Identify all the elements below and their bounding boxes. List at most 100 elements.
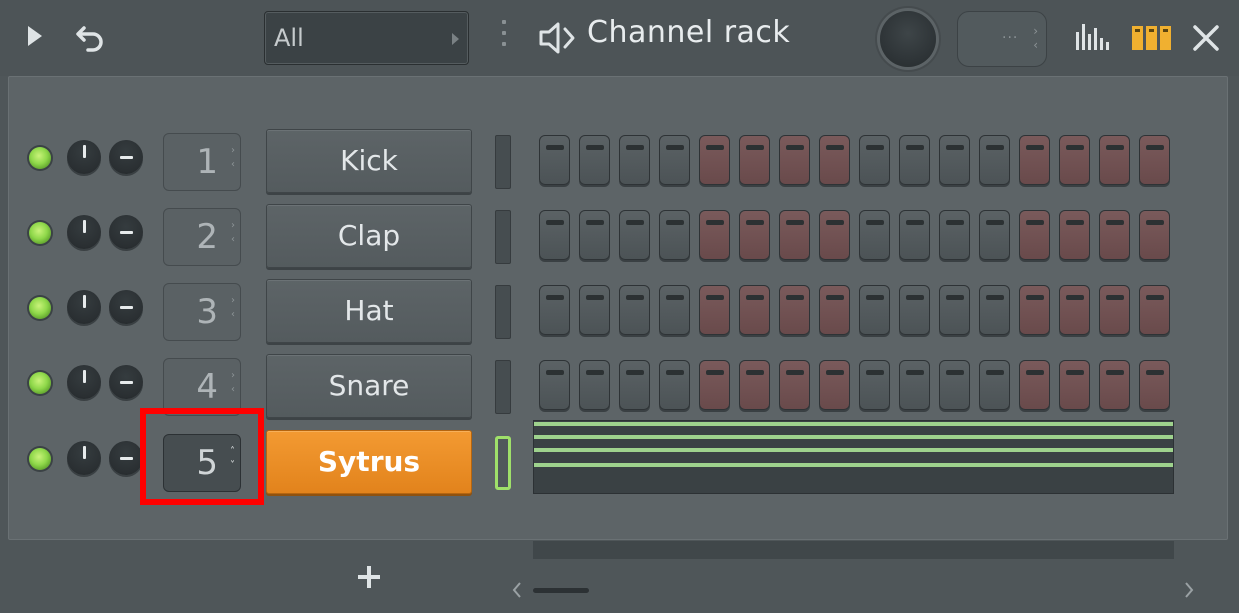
- step-button[interactable]: [659, 210, 690, 260]
- pan-knob[interactable]: [109, 290, 143, 324]
- step-button[interactable]: [739, 210, 770, 260]
- step-button[interactable]: [819, 285, 850, 335]
- play-icon[interactable]: [28, 26, 42, 46]
- step-button[interactable]: [659, 285, 690, 335]
- mute-led[interactable]: [29, 448, 51, 470]
- step-button[interactable]: [779, 135, 810, 185]
- step-button[interactable]: [699, 135, 730, 185]
- step-button[interactable]: [779, 360, 810, 410]
- channel-button-snare[interactable]: Snare: [266, 354, 472, 418]
- step-button[interactable]: [1099, 210, 1130, 260]
- chevron-left-icon[interactable]: [510, 580, 524, 600]
- volume-knob[interactable]: [67, 365, 101, 399]
- mute-led[interactable]: [29, 297, 51, 319]
- mixer-track-selector[interactable]: 2 › ‹: [163, 208, 241, 266]
- step-button[interactable]: [979, 360, 1010, 410]
- channel-select-indicator[interactable]: [495, 210, 511, 264]
- step-button[interactable]: [579, 285, 610, 335]
- pan-knob[interactable]: [109, 140, 143, 174]
- step-button[interactable]: [899, 210, 930, 260]
- rack-icon[interactable]: [1131, 25, 1173, 51]
- step-button[interactable]: [699, 360, 730, 410]
- step-button[interactable]: [1019, 360, 1050, 410]
- volume-knob[interactable]: [67, 140, 101, 174]
- step-button[interactable]: [579, 360, 610, 410]
- step-button[interactable]: [819, 360, 850, 410]
- channel-select-indicator[interactable]: [495, 436, 511, 490]
- step-button[interactable]: [1059, 285, 1090, 335]
- drag-handle[interactable]: [502, 20, 506, 56]
- step-button[interactable]: [659, 360, 690, 410]
- step-button[interactable]: [1059, 135, 1090, 185]
- step-button[interactable]: [899, 135, 930, 185]
- step-button[interactable]: [939, 210, 970, 260]
- step-button[interactable]: [939, 285, 970, 335]
- step-button[interactable]: [539, 285, 570, 335]
- channel-button-sytrus[interactable]: Sytrus: [266, 430, 472, 494]
- mixer-track-selector[interactable]: 3 › ‹: [163, 283, 241, 341]
- step-button[interactable]: [1059, 210, 1090, 260]
- step-button[interactable]: [979, 135, 1010, 185]
- step-button[interactable]: [579, 135, 610, 185]
- step-button[interactable]: [1099, 360, 1130, 410]
- step-button[interactable]: [539, 360, 570, 410]
- piano-roll-preview[interactable]: [533, 420, 1174, 494]
- mixer-track-selector[interactable]: 1 › ‹: [163, 133, 241, 191]
- step-button[interactable]: [619, 285, 650, 335]
- swing-knob[interactable]: [880, 11, 936, 67]
- channel-button-clap[interactable]: Clap: [266, 204, 472, 268]
- speaker-icon[interactable]: [538, 19, 578, 57]
- pan-knob[interactable]: [109, 441, 143, 475]
- step-button[interactable]: [619, 360, 650, 410]
- channel-button-kick[interactable]: Kick: [266, 129, 472, 193]
- step-button[interactable]: [619, 210, 650, 260]
- step-button[interactable]: [739, 135, 770, 185]
- mute-led[interactable]: [29, 372, 51, 394]
- step-button[interactable]: [1139, 285, 1170, 335]
- close-icon[interactable]: [1192, 24, 1220, 52]
- channel-button-hat[interactable]: Hat: [266, 279, 472, 343]
- step-button[interactable]: [579, 210, 610, 260]
- step-button[interactable]: [539, 135, 570, 185]
- volume-knob[interactable]: [67, 215, 101, 249]
- pan-knob[interactable]: [109, 365, 143, 399]
- volume-knob[interactable]: [67, 290, 101, 324]
- pattern-selector[interactable]: ··· › ‹: [957, 11, 1047, 67]
- step-button[interactable]: [979, 210, 1010, 260]
- volume-knob[interactable]: [67, 441, 101, 475]
- step-button[interactable]: [659, 135, 690, 185]
- step-button[interactable]: [819, 135, 850, 185]
- mute-led[interactable]: [29, 147, 51, 169]
- step-button[interactable]: [1139, 210, 1170, 260]
- channel-select-indicator[interactable]: [495, 285, 511, 339]
- plus-icon[interactable]: [358, 566, 380, 588]
- channel-select-indicator[interactable]: [495, 360, 511, 414]
- pan-knob[interactable]: [109, 215, 143, 249]
- eq-icon[interactable]: [1074, 22, 1114, 52]
- step-button[interactable]: [979, 285, 1010, 335]
- channel-select-indicator[interactable]: [495, 135, 511, 189]
- step-button[interactable]: [939, 135, 970, 185]
- channel-filter-select[interactable]: All: [264, 11, 469, 65]
- step-button[interactable]: [1139, 135, 1170, 185]
- step-button[interactable]: [1099, 135, 1130, 185]
- horizontal-scroll-thumb[interactable]: [533, 588, 589, 593]
- step-button[interactable]: [779, 285, 810, 335]
- step-button[interactable]: [899, 285, 930, 335]
- step-button[interactable]: [699, 285, 730, 335]
- step-button[interactable]: [859, 360, 890, 410]
- undo-icon[interactable]: [74, 20, 110, 56]
- step-button[interactable]: [739, 285, 770, 335]
- step-button[interactable]: [1019, 210, 1050, 260]
- step-button[interactable]: [739, 360, 770, 410]
- step-button[interactable]: [1019, 285, 1050, 335]
- step-button[interactable]: [1019, 135, 1050, 185]
- mute-led[interactable]: [29, 222, 51, 244]
- step-button[interactable]: [1059, 360, 1090, 410]
- step-button[interactable]: [859, 210, 890, 260]
- step-button[interactable]: [1139, 360, 1170, 410]
- step-button[interactable]: [859, 135, 890, 185]
- chevron-right-icon[interactable]: [1182, 580, 1196, 600]
- step-button[interactable]: [899, 360, 930, 410]
- step-button[interactable]: [539, 210, 570, 260]
